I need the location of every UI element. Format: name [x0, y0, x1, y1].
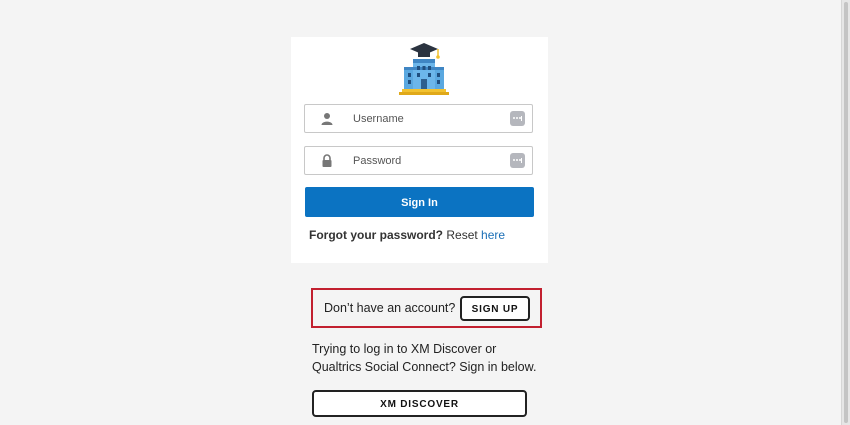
signup-prompt: Don’t have an account?	[324, 301, 456, 315]
user-icon	[321, 113, 333, 125]
xm-info-line-1: Trying to log in to XM Discover or	[312, 342, 497, 356]
password-manager-icon[interactable]	[510, 111, 525, 126]
page-scrollbar[interactable]	[841, 0, 850, 425]
xm-discover-info: Trying to log in to XM Discover or Qualt…	[312, 340, 542, 376]
username-input[interactable]	[353, 109, 503, 129]
university-building-icon	[399, 43, 449, 95]
forgot-password-label: Forgot your password?	[309, 228, 444, 242]
sign-up-button[interactable]: SIGN UP	[460, 296, 530, 321]
scrollbar-thumb[interactable]	[844, 2, 848, 423]
forgot-password-text: Forgot your password? Reset here	[309, 228, 505, 242]
lock-icon	[322, 154, 332, 167]
xm-discover-button[interactable]: XM DISCOVER	[312, 390, 527, 417]
login-card: Sign In Forgot your password? Reset here	[291, 37, 548, 263]
xm-info-line-2: Qualtrics Social Connect? Sign in below.	[312, 360, 537, 374]
password-input[interactable]	[353, 151, 503, 171]
signup-highlight-box: Don’t have an account? SIGN UP	[311, 288, 542, 328]
sign-in-button[interactable]: Sign In	[305, 187, 534, 217]
reset-label: Reset	[443, 228, 482, 242]
password-manager-icon[interactable]	[510, 153, 525, 168]
password-field	[304, 146, 533, 175]
username-field	[304, 104, 533, 133]
reset-password-link[interactable]: here	[481, 228, 505, 242]
